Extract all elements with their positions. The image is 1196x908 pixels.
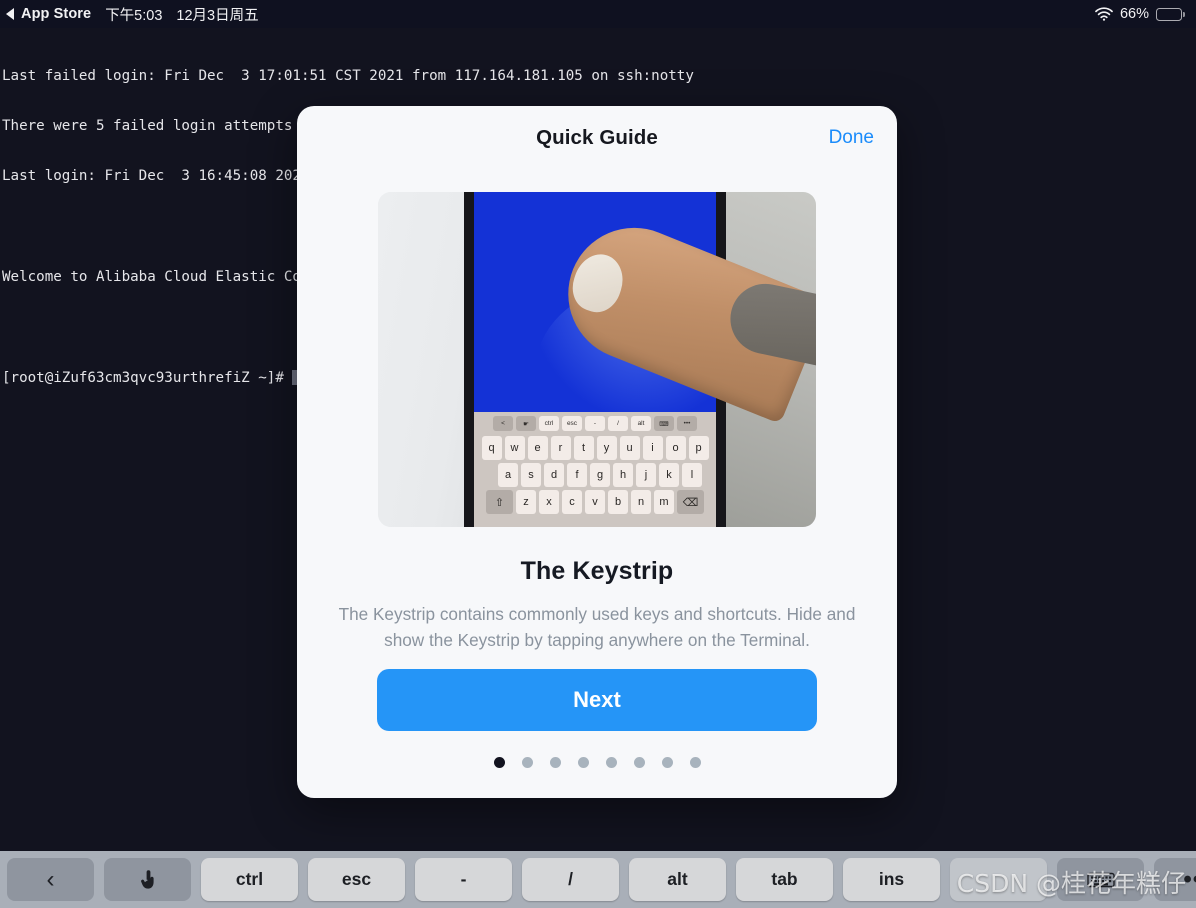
phone-key-m: m xyxy=(654,490,674,514)
terminal-prompt: [root@iZuf63cm3qvc93urthrefiZ ~]# xyxy=(2,369,284,386)
phone-key-i: i xyxy=(642,436,663,460)
phone-key-j: j xyxy=(636,463,656,487)
keystrip-photo: < ☛ ctrl esc - / alt ⌨ ••• qwertyuiop as… xyxy=(378,192,816,527)
status-bar-left: App Store 下午5:03 12月3日周五 xyxy=(6,4,259,25)
phone-key-y: y xyxy=(596,436,617,460)
phone-key-a: a xyxy=(498,463,518,487)
next-button[interactable]: Next xyxy=(377,669,817,731)
phone-key-g: g xyxy=(590,463,610,487)
phone-keyboard-row-2: asdfghjkl xyxy=(477,463,713,487)
phone-key-o: o xyxy=(665,436,686,460)
keystrip-key-ctrl[interactable]: ctrl xyxy=(201,858,298,901)
phone-key-⌫: ⌫ xyxy=(677,490,704,514)
status-bar-date: 12月3日周五 xyxy=(176,7,259,24)
keystrip-key-touch-pointer-icon[interactable] xyxy=(104,858,191,901)
modal-header: Quick Guide Done xyxy=(297,106,897,170)
phone-keyboard-row-1: qwertyuiop xyxy=(477,436,713,460)
pagination-dot[interactable] xyxy=(605,757,617,768)
quick-guide-modal: Quick Guide Done < ☛ ctrl esc - / alt ⌨ … xyxy=(297,106,897,798)
phone-key-z: z xyxy=(516,490,536,514)
slide-title: The Keystrip xyxy=(520,557,674,585)
phone-key-touch-icon: ☛ xyxy=(516,416,536,431)
phone-key-s: s xyxy=(521,463,541,487)
phone-key-v: v xyxy=(585,490,605,514)
pagination-dot[interactable] xyxy=(521,757,533,768)
keystrip-key-alt[interactable]: alt xyxy=(629,858,726,901)
keystrip-key-esc[interactable]: esc xyxy=(308,858,405,901)
pagination-dot[interactable] xyxy=(549,757,561,768)
phone-key-d: d xyxy=(544,463,564,487)
keystrip-key-dash[interactable]: - xyxy=(415,858,512,901)
phone-key-esc: esc xyxy=(562,416,582,431)
keystrip-key-tab[interactable]: tab xyxy=(736,858,833,901)
battery-icon xyxy=(1156,7,1185,21)
keystrip-toolbar: ‹ ctrlesc-/alttabins ••• xyxy=(0,851,1196,908)
phone-key-n: n xyxy=(631,490,651,514)
page-title: Quick Guide xyxy=(536,126,658,149)
phone-keystrip-row: < ☛ ctrl esc - / alt ⌨ ••• xyxy=(477,416,713,431)
keystrip-key-keyboard-icon[interactable] xyxy=(1057,858,1144,901)
phone-key-b: b xyxy=(608,490,628,514)
phone-key-x: x xyxy=(539,490,559,514)
phone-key-p: p xyxy=(688,436,709,460)
status-bar-right: 66% xyxy=(1095,6,1185,22)
ipad-screen: App Store 下午5:03 12月3日周五 66% Last failed… xyxy=(0,0,1196,908)
phone-key-r: r xyxy=(550,436,571,460)
keystrip-key-more-icon[interactable]: ••• xyxy=(1154,858,1196,901)
chevron-left-icon: ‹ xyxy=(46,865,55,893)
phone-key-f: f xyxy=(567,463,587,487)
done-button[interactable]: Done xyxy=(829,127,874,149)
keystrip-key-chevron-left-icon[interactable]: ‹ xyxy=(7,858,94,901)
phone-key-more-icon: ••• xyxy=(677,416,697,431)
phone-key-ctrl: ctrl xyxy=(539,416,559,431)
keystrip-key-clipped[interactable] xyxy=(950,858,1047,901)
pagination-dots xyxy=(297,731,897,798)
slide-description: The Keystrip contains commonly used keys… xyxy=(338,604,856,650)
pagination-dot[interactable] xyxy=(689,757,701,768)
phone-key-keyboard-icon: ⌨ xyxy=(654,416,674,431)
phone-key-alt: alt xyxy=(631,416,651,431)
pagination-dot[interactable] xyxy=(661,757,673,768)
photo-fade xyxy=(378,517,816,527)
wifi-icon xyxy=(1095,7,1113,21)
phone-key-dash: - xyxy=(585,416,605,431)
phone-keyboard: < ☛ ctrl esc - / alt ⌨ ••• qwertyuiop as… xyxy=(474,412,716,527)
phone-key-q: q xyxy=(481,436,502,460)
keystrip-key-slash[interactable]: / xyxy=(522,858,619,901)
back-to-app-label[interactable]: App Store xyxy=(21,6,91,22)
phone-key-⇧: ⇧ xyxy=(486,490,513,514)
status-bar: App Store 下午5:03 12月3日周五 66% xyxy=(0,0,1196,28)
triangle-left-icon[interactable] xyxy=(6,8,14,20)
phone-key-t: t xyxy=(573,436,594,460)
phone-key-l: l xyxy=(682,463,702,487)
status-bar-time: 下午5:03 xyxy=(105,7,163,24)
phone-key-k: k xyxy=(659,463,679,487)
phone-keyboard-row-3: ⇧ z x c v b n m ⌫ xyxy=(477,490,713,514)
phone-key-c: c xyxy=(562,490,582,514)
phone-key-e: e xyxy=(527,436,548,460)
terminal-line: Last failed login: Fri Dec 3 17:01:51 CS… xyxy=(2,67,694,84)
phone-key-w: w xyxy=(504,436,525,460)
pagination-dot[interactable] xyxy=(493,757,505,768)
phone-key-h: h xyxy=(613,463,633,487)
pagination-dot[interactable] xyxy=(633,757,645,768)
phone-key-chevron-left-icon: < xyxy=(493,416,513,431)
phone-key-u: u xyxy=(619,436,640,460)
keystrip-key-ins[interactable]: ins xyxy=(843,858,940,901)
phone-key-slash: / xyxy=(608,416,628,431)
pagination-dot[interactable] xyxy=(577,757,589,768)
photo-background-left xyxy=(378,192,478,527)
battery-percent-label: 66% xyxy=(1119,6,1149,22)
slide-illustration-wrap: < ☛ ctrl esc - / alt ⌨ ••• qwertyuiop as… xyxy=(297,170,897,527)
next-button-wrap: Next xyxy=(297,669,897,731)
ellipsis-icon: ••• xyxy=(1183,865,1196,893)
